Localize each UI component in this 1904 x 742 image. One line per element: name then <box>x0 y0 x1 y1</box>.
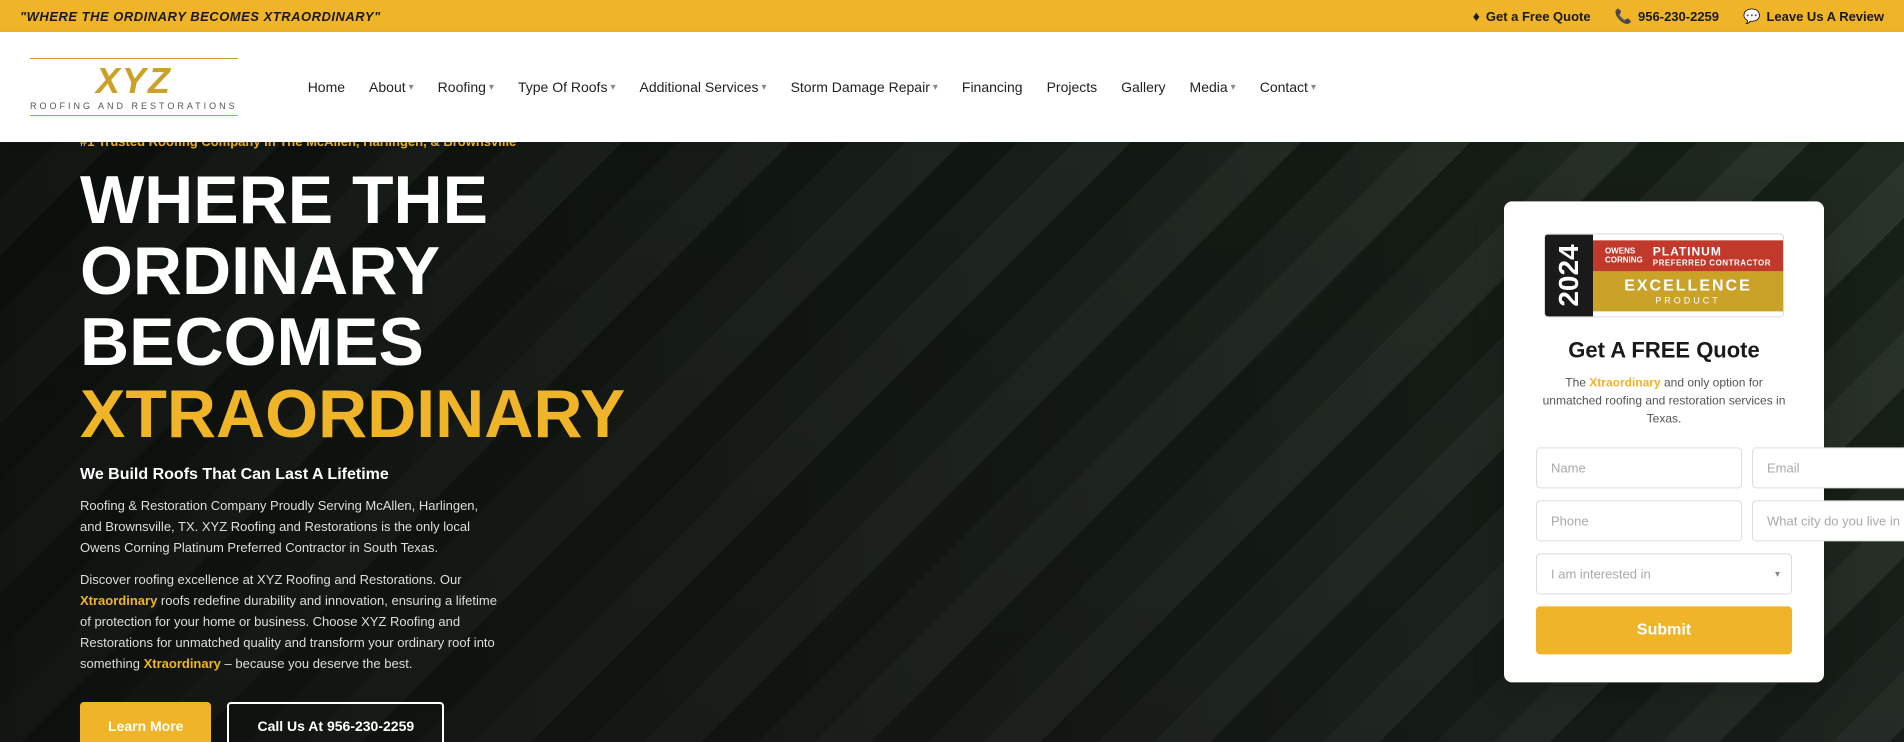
submit-button[interactable]: Submit <box>1536 607 1792 655</box>
logo-subtitle: ROOFING AND RESTORATIONS <box>30 101 238 111</box>
learn-more-button[interactable]: Learn More <box>80 702 211 742</box>
chevron-down-icon: ▾ <box>610 82 615 93</box>
cert-bottom: EXCELLENCE PRODUCT <box>1593 271 1783 311</box>
navbar: XYZ ROOFING AND RESTORATIONS Home About … <box>0 32 1904 142</box>
hero-title-line1: WHERE THE ORDINARY BECOMES <box>80 165 740 379</box>
city-input[interactable] <box>1752 501 1904 542</box>
nav-links: Home About ▾ Roofing ▾ Type Of Roofs ▾ A… <box>298 71 1874 103</box>
phone-input[interactable] <box>1536 501 1742 542</box>
nav-additional-services[interactable]: Additional Services ▾ <box>629 71 776 103</box>
nav-gallery[interactable]: Gallery <box>1111 71 1175 103</box>
hero-subtitle: We Build Roofs That Can Last A Lifetime <box>80 466 740 484</box>
review-icon: 💬 <box>1743 8 1760 25</box>
chevron-down-icon: ▾ <box>1231 82 1236 93</box>
nav-projects[interactable]: Projects <box>1037 71 1108 103</box>
quote-icon: ♦ <box>1473 8 1480 24</box>
nav-home[interactable]: Home <box>298 71 355 103</box>
cert-top: OWENSCORNING PLATINUM PREFERRED CONTRACT… <box>1593 240 1783 271</box>
phone-link[interactable]: 📞 956-230-2259 <box>1615 8 1719 25</box>
hero-badge: #1 Trusted Roofing Company In The McAlle… <box>80 142 740 149</box>
cert-badge: 2024 OWENSCORNING PLATINUM PREFERRED CON… <box>1536 233 1792 317</box>
nav-about[interactable]: About ▾ <box>359 71 424 103</box>
get-quote-link[interactable]: ♦ Get a Free Quote <box>1473 8 1591 24</box>
cert-tier: PLATINUM <box>1653 244 1722 258</box>
quote-title: Get A FREE Quote <box>1536 338 1792 364</box>
hero-content: #1 Trusted Roofing Company In The McAlle… <box>0 142 820 742</box>
cert-preferred: PREFERRED CONTRACTOR <box>1653 258 1771 267</box>
chevron-down-icon: ▾ <box>762 82 767 93</box>
interest-select-wrap: I am interested in Roof Replacement Roof… <box>1536 554 1792 595</box>
name-input[interactable] <box>1536 448 1742 489</box>
hero-buttons: Learn More Call Us At 956-230-2259 <box>80 702 740 742</box>
hero-section: #1 Trusted Roofing Company In The McAlle… <box>0 142 1904 742</box>
logo: XYZ ROOFING AND RESTORATIONS <box>30 58 238 116</box>
hero-description2: Discover roofing excellence at XYZ Roofi… <box>80 570 500 674</box>
form-row-phone-city <box>1536 501 1792 542</box>
top-bar-links: ♦ Get a Free Quote 📞 956-230-2259 💬 Leav… <box>1473 8 1884 25</box>
email-input[interactable] <box>1752 448 1904 489</box>
call-us-button[interactable]: Call Us At 956-230-2259 <box>227 702 444 742</box>
cert-excellence: EXCELLENCE <box>1607 277 1769 295</box>
interest-select[interactable]: I am interested in Roof Replacement Roof… <box>1536 554 1792 595</box>
top-bar: "WHERE THE ORDINARY BECOMES XTRAORDINARY… <box>0 0 1904 32</box>
chevron-down-icon: ▾ <box>489 82 494 93</box>
cert-brand: OWENSCORNING <box>1605 246 1643 264</box>
phone-icon: 📞 <box>1615 8 1632 25</box>
quote-card: 2024 OWENSCORNING PLATINUM PREFERRED CON… <box>1504 201 1824 682</box>
chevron-down-icon: ▾ <box>933 82 938 93</box>
hero-description1: Roofing & Restoration Company Proudly Se… <box>80 496 500 558</box>
cert-right: OWENSCORNING PLATINUM PREFERRED CONTRACT… <box>1593 240 1783 311</box>
slogan: "WHERE THE ORDINARY BECOMES XTRAORDINARY… <box>20 9 381 24</box>
cert-product: PRODUCT <box>1607 295 1769 305</box>
hero-title-xtra: XTRAORDINARY <box>80 379 740 450</box>
logo-text[interactable]: XYZ <box>96 63 172 99</box>
quote-description: The Xtraordinary and only option for unm… <box>1536 374 1792 428</box>
nav-financing[interactable]: Financing <box>952 71 1033 103</box>
nav-media[interactable]: Media ▾ <box>1180 71 1246 103</box>
nav-storm-damage[interactable]: Storm Damage Repair ▾ <box>781 71 948 103</box>
form-row-name-email <box>1536 448 1792 489</box>
chevron-down-icon: ▾ <box>1311 82 1316 93</box>
review-link[interactable]: 💬 Leave Us A Review <box>1743 8 1884 25</box>
chevron-down-icon: ▾ <box>409 82 414 93</box>
quote-form: I am interested in Roof Replacement Roof… <box>1536 448 1792 655</box>
nav-contact[interactable]: Contact ▾ <box>1250 71 1326 103</box>
cert-year: 2024 <box>1545 234 1593 316</box>
nav-roofing[interactable]: Roofing ▾ <box>428 71 504 103</box>
cert-badge-inner: 2024 OWENSCORNING PLATINUM PREFERRED CON… <box>1544 233 1784 317</box>
nav-type-of-roofs[interactable]: Type Of Roofs ▾ <box>508 71 626 103</box>
